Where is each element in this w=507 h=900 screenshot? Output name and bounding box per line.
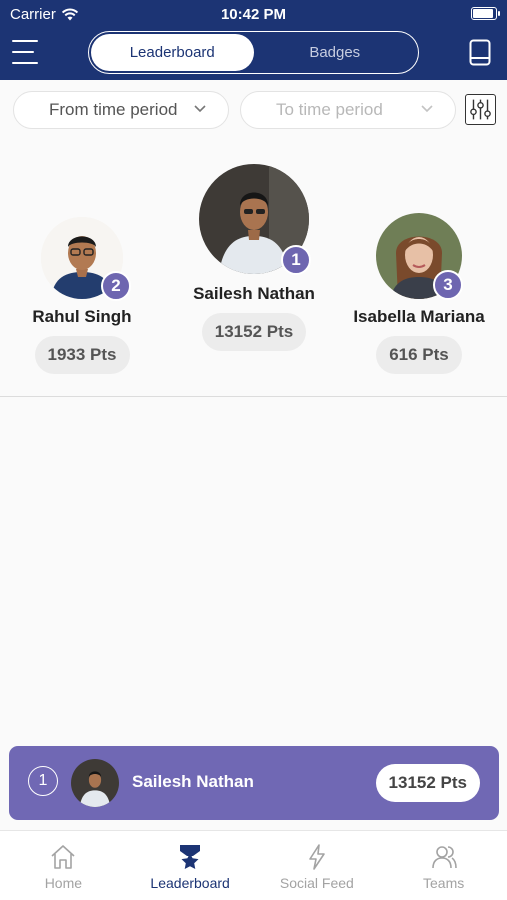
view-switcher: Leaderboard Badges (88, 31, 419, 74)
battery-icon (471, 7, 500, 20)
status-bar: Carrier 10:42 PM (0, 0, 507, 28)
home-icon (51, 845, 75, 869)
my-rank-number: 1 (28, 766, 58, 796)
tab-leaderboard[interactable]: Leaderboard (91, 34, 254, 71)
podium-second[interactable]: 2 Rahul Singh 1933 Pts (12, 217, 152, 374)
avatar: 2 (41, 217, 131, 301)
tab-teams[interactable]: Teams (380, 831, 507, 900)
teams-icon (431, 846, 457, 869)
leaderboard-podium: 2 Rahul Singh 1933 Pts 1 Sailesh Nathan … (0, 140, 507, 397)
avatar: 1 (199, 164, 311, 275)
player-points: 616 Pts (376, 336, 462, 374)
from-period-dropdown[interactable]: From time period (13, 91, 229, 129)
book-icon[interactable] (469, 39, 491, 66)
to-period-dropdown[interactable]: To time period (240, 91, 456, 129)
tab-label: Leaderboard (150, 875, 230, 891)
lightning-icon (309, 844, 325, 870)
my-rank-bar[interactable]: 1 Sailesh Nathan 13152 Pts (9, 746, 499, 820)
from-period-label: From time period (49, 100, 178, 119)
leaderboard-icon (180, 845, 201, 869)
chevron-down-icon (421, 105, 433, 113)
chevron-down-icon (194, 105, 206, 113)
player-points: 1933 Pts (34, 336, 130, 374)
my-points: 13152 Pts (375, 764, 480, 802)
menu-button[interactable] (12, 38, 42, 66)
status-time: 10:42 PM (220, 6, 287, 23)
tab-home[interactable]: Home (0, 831, 127, 900)
tab-social-feed[interactable]: Social Feed (254, 831, 381, 900)
podium-first[interactable]: 1 Sailesh Nathan 13152 Pts (174, 164, 334, 351)
player-name: Rahul Singh (32, 307, 132, 326)
player-name: Sailesh Nathan (193, 284, 315, 303)
podium-third[interactable]: 3 Isabella Mariana 616 Pts (349, 213, 489, 374)
tab-leaderboard-nav[interactable]: Leaderboard (127, 831, 254, 900)
filter-row: From time period To time period (0, 91, 507, 129)
player-name: Isabella Mariana (353, 307, 485, 326)
rank-badge: 1 (281, 245, 311, 275)
to-period-label: To time period (276, 100, 383, 119)
player-points: 13152 Pts (201, 313, 307, 351)
tab-label: Teams (423, 875, 465, 891)
rank-badge: 3 (433, 270, 463, 300)
app-header: Carrier 10:42 PM Leaderboard Badges (0, 0, 507, 80)
rank-badge: 2 (101, 271, 131, 301)
tab-label: Home (44, 875, 83, 891)
my-avatar (71, 759, 119, 807)
my-name: Sailesh Nathan (132, 772, 254, 791)
bottom-tab-bar: Home Leaderboard Social Feed Teams (0, 830, 507, 900)
avatar: 3 (376, 213, 463, 300)
filter-sliders-icon[interactable] (465, 94, 496, 125)
tab-badges[interactable]: Badges (254, 34, 417, 71)
tab-label: Social Feed (279, 875, 354, 891)
